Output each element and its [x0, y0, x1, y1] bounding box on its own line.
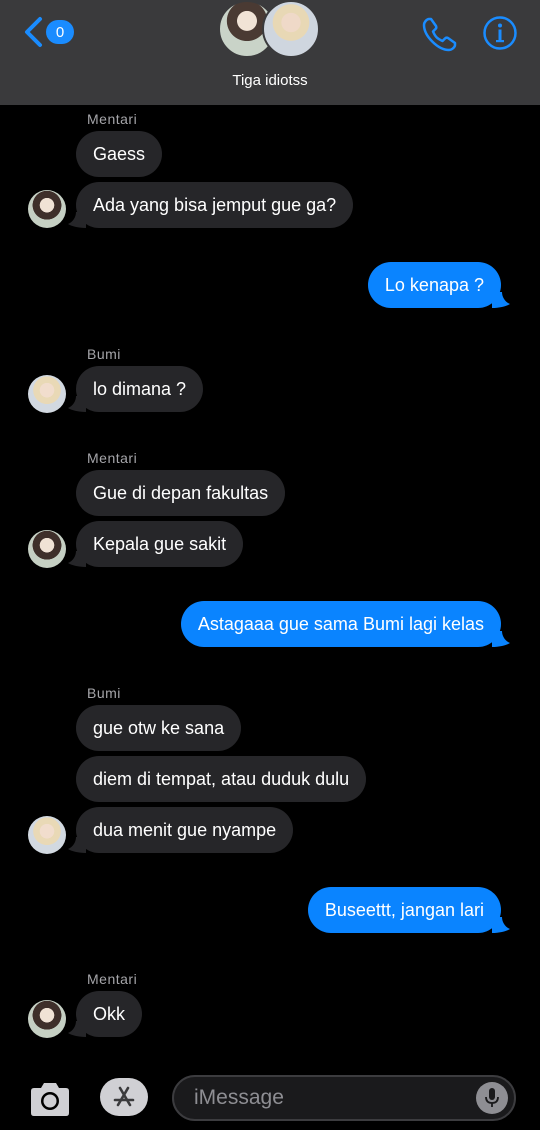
bubble-tail [492, 631, 510, 647]
incoming-message[interactable]: diem di tempat, atau duduk dulu [76, 756, 367, 802]
outgoing-message[interactable]: Astagaaa gue sama Bumi lagi kelas [180, 601, 501, 647]
sender-name: Mentari [87, 971, 138, 987]
sender-name: Mentari [87, 111, 138, 127]
incoming-message[interactable]: Gaess [76, 131, 163, 177]
group-avatars[interactable] [218, 0, 328, 60]
chat-header: 0 Tiga idiotss [0, 0, 540, 105]
outgoing-message[interactable]: Lo kenapa ? [367, 262, 501, 308]
message-input[interactable]: iMessage [172, 1075, 516, 1121]
incoming-message[interactable]: Kepala gue sakit [76, 521, 244, 567]
app-store-button[interactable] [100, 1078, 148, 1116]
unread-badge: 0 [46, 20, 74, 44]
avatar-mentari[interactable] [28, 1000, 66, 1038]
back-chevron-icon [25, 17, 42, 47]
camera-icon[interactable] [28, 1081, 72, 1117]
message-input-placeholder: iMessage [194, 1086, 284, 1109]
avatar-bumi[interactable] [28, 375, 66, 413]
incoming-message[interactable]: lo dimana ? [76, 366, 204, 412]
bubble-tail [68, 1021, 86, 1037]
avatar-mentari[interactable] [28, 190, 66, 228]
avatar-bumi[interactable] [28, 816, 66, 854]
microphone-button[interactable] [476, 1082, 508, 1114]
info-icon[interactable] [482, 15, 518, 51]
group-name[interactable]: Tiga idiotss [0, 72, 540, 89]
outgoing-message[interactable]: Buseettt, jangan lari [307, 887, 501, 933]
sender-name: Bumi [87, 685, 121, 701]
incoming-message[interactable]: Ada yang bisa jemput gue ga? [76, 182, 354, 228]
microphone-icon [485, 1088, 499, 1107]
bubble-tail [492, 292, 510, 308]
phone-icon[interactable] [420, 14, 460, 54]
bubble-tail [68, 837, 86, 853]
app-store-icon [113, 1086, 135, 1107]
message-list[interactable]: Mentari Gaess Ada yang bisa jemput gue g… [0, 105, 540, 1065]
back-button[interactable]: 0 [20, 14, 74, 50]
compose-bar: iMessage [0, 1065, 540, 1130]
incoming-message[interactable]: Gue di depan fakultas [76, 470, 286, 516]
bubble-tail [68, 551, 86, 567]
member-avatar-bumi [262, 0, 320, 58]
incoming-message[interactable]: dua menit gue nyampe [76, 807, 294, 853]
avatar-mentari[interactable] [28, 530, 66, 568]
bubble-tail [492, 917, 510, 933]
sender-name: Mentari [87, 450, 138, 466]
bubble-tail [68, 396, 86, 412]
bubble-tail [68, 212, 86, 228]
sender-name: Bumi [87, 346, 121, 362]
incoming-message[interactable]: gue otw ke sana [76, 705, 242, 751]
